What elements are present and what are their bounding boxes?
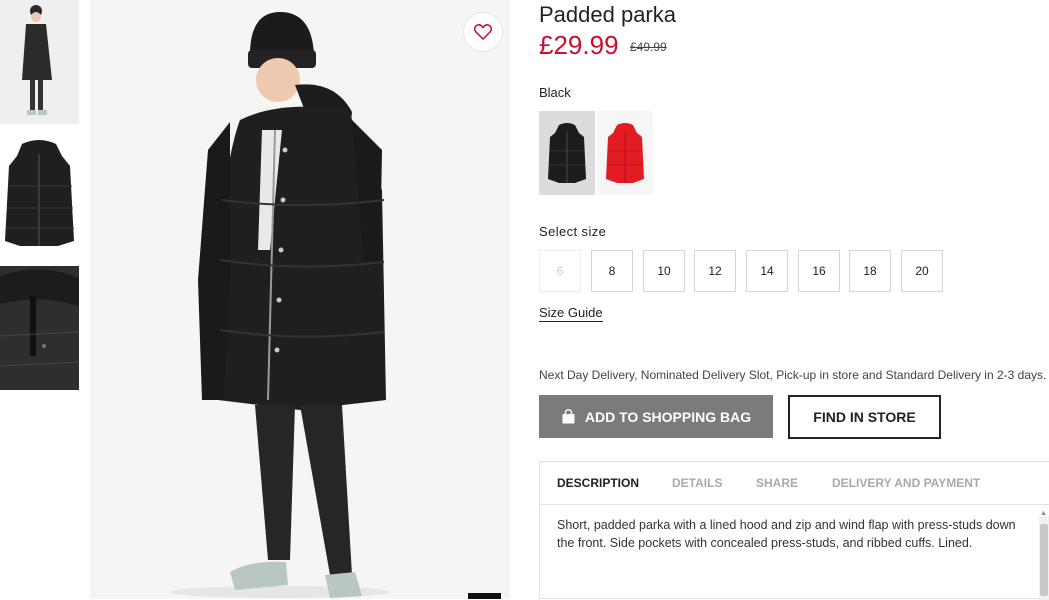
size-option-10[interactable]: 10	[643, 250, 685, 292]
color-swatch-black[interactable]	[539, 111, 595, 195]
thumbnail-model[interactable]	[0, 0, 79, 124]
tab-divider	[540, 504, 1049, 505]
tab-share[interactable]: SHARE	[756, 476, 798, 490]
favorite-button[interactable]	[463, 12, 503, 52]
product-price: £29.99	[539, 30, 619, 60]
red-parka-swatch-image	[606, 123, 644, 183]
thumbnail-flat-lay[interactable]	[0, 136, 79, 254]
add-to-bag-button[interactable]: ADD TO SHOPPING BAG	[539, 395, 773, 438]
size-option-20[interactable]: 20	[901, 250, 943, 292]
parka-model-thumbnail-image	[0, 0, 79, 124]
shopping-bag-icon	[562, 409, 575, 424]
tab-details[interactable]: DETAILS	[672, 476, 722, 490]
product-title: Padded parka	[539, 2, 676, 27]
size-option-16[interactable]: 16	[798, 250, 840, 292]
tab-description[interactable]: DESCRIPTION	[557, 476, 639, 490]
tab-delivery-and-payment[interactable]: DELIVERY AND PAYMENT	[832, 476, 980, 490]
selected-color-label: Black	[539, 85, 571, 100]
size-option-12[interactable]: 12	[694, 250, 736, 292]
description-scrollbar-thumb[interactable]	[1040, 524, 1048, 596]
model-wearing-parka-image	[90, 0, 510, 599]
main-product-image	[90, 0, 510, 599]
heart-icon	[474, 24, 492, 40]
thumbnail-detail[interactable]	[0, 266, 79, 390]
color-swatch-red[interactable]	[597, 111, 653, 195]
find-in-store-button[interactable]: FIND IN STORE	[788, 395, 941, 439]
black-parka-swatch-image	[548, 123, 586, 183]
size-option-6: 6	[539, 250, 581, 292]
size-option-18[interactable]: 18	[849, 250, 891, 292]
original-price: £49.99	[630, 40, 667, 54]
add-to-bag-label: ADD TO SHOPPING BAG	[584, 408, 752, 425]
product-info-panel: DESCRIPTION DETAILS SHARE DELIVERY AND P…	[539, 461, 1049, 600]
description-text: Short, padded parka with a lined hood an…	[557, 518, 1016, 550]
size-option-14[interactable]: 14	[746, 250, 788, 292]
size-option-8[interactable]: 8	[591, 250, 633, 292]
image-indicator	[468, 593, 501, 599]
delivery-info: Next Day Delivery, Nominated Delivery Sl…	[539, 368, 1047, 382]
parka-detail-thumbnail-image	[0, 266, 79, 390]
parka-flat-thumbnail-image	[0, 136, 79, 254]
size-guide-link[interactable]: Size Guide	[539, 305, 603, 322]
select-size-label: Select size	[539, 224, 607, 239]
scroll-up-arrow-icon[interactable]: ▲	[1040, 510, 1047, 517]
